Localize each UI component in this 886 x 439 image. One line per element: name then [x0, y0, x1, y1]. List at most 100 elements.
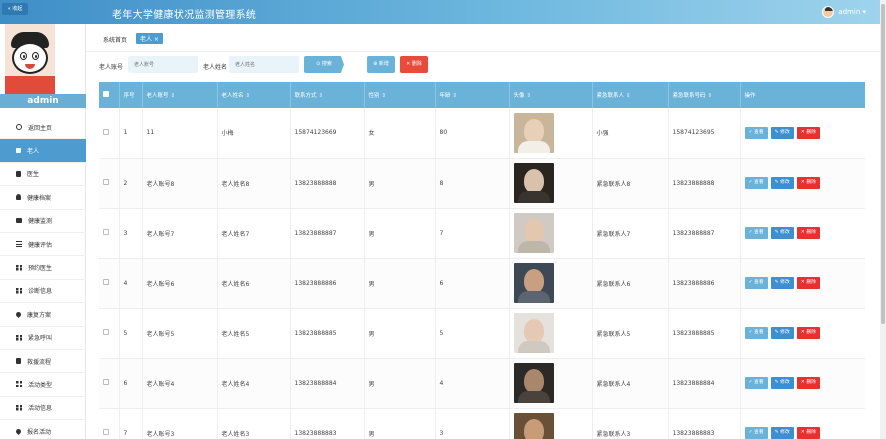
row-checkbox[interactable]	[103, 179, 109, 185]
col-gender[interactable]: 性别 ⇕	[364, 82, 436, 108]
page-scrollbar[interactable]	[880, 0, 886, 439]
edit-button[interactable]: ✎ 修改	[770, 377, 794, 389]
avatar-photo[interactable]	[513, 112, 554, 153]
avatar-photo[interactable]	[513, 413, 554, 439]
batch-delete-button[interactable]: ✕ 删除	[400, 56, 428, 73]
row-select[interactable]	[99, 108, 120, 159]
row-select[interactable]	[99, 208, 120, 259]
cell-account: 老人账号6	[142, 258, 218, 309]
delete-button[interactable]: ✕ 删除	[796, 126, 820, 139]
sidebar-item[interactable]: 医生	[0, 163, 86, 187]
row-select[interactable]	[99, 408, 120, 439]
cell-gender: 男	[364, 158, 436, 209]
row-checkbox[interactable]	[103, 379, 109, 385]
col-contact[interactable]: 紧急联系人 ⇕	[592, 82, 669, 108]
view-button[interactable]: ✓ 查看	[744, 277, 768, 289]
row-checkbox[interactable]	[103, 128, 109, 135]
table-row[interactable]: 5 老人账号5 老人姓名5 13823888885 男 5 紧急联系人5 1382388888…	[99, 308, 865, 359]
cell-name: 老人姓名8	[217, 158, 291, 209]
cell-gender: 女	[364, 108, 436, 159]
table-row[interactable]: 6 老人账号4 老人姓名4 13823888884 男 4 紧急联系人4 1382388888…	[99, 358, 865, 409]
col-account[interactable]: 老人账号 ⇕	[142, 82, 218, 108]
delete-button[interactable]: ✕ 删除	[796, 377, 820, 389]
avatar-photo[interactable]	[513, 163, 554, 203]
row-select[interactable]	[99, 308, 120, 359]
sidebar-item[interactable]: 返回主页	[0, 116, 86, 140]
col-phone[interactable]: 联系方式 ⇕	[290, 82, 365, 108]
table-row[interactable]: 7 老人账号3 老人姓名3 13823888883 男 3 紧急联系人3 1382388888…	[99, 408, 865, 439]
sidebar-item[interactable]: 诊断信息	[0, 280, 86, 304]
table-row[interactable]: 1 11 小梅 15874123669 女 80 小强 15874123695 ✓ 查看 ✎ 修改…	[99, 108, 865, 159]
home-icon	[16, 124, 22, 131]
cell-name: 老人姓名6	[217, 258, 291, 309]
col-contact-phone[interactable]: 紧急联系号码 ⇕	[668, 82, 741, 108]
edit-button[interactable]: ✎ 修改	[770, 327, 794, 339]
delete-button[interactable]: ✕ 删除	[796, 427, 820, 439]
row-checkbox[interactable]	[103, 429, 109, 435]
user-menu[interactable]: admin ▾	[822, 6, 866, 18]
sidebar-item[interactable]: 活动信息	[0, 397, 86, 421]
col-avatar[interactable]: 头像 ⇕	[509, 82, 593, 108]
view-button[interactable]: ✓ 查看	[744, 327, 768, 339]
edit-button[interactable]: ✎ 修改	[770, 277, 794, 289]
view-button[interactable]: ✓ 查看	[744, 126, 768, 139]
cell-age: 4	[435, 358, 510, 409]
view-button[interactable]: ✓ 查看	[744, 427, 768, 439]
table-row[interactable]: 2 老人账号8 老人姓名8 13823888888 男 8 紧急联系人8 1382388888…	[99, 158, 865, 209]
edit-button[interactable]: ✎ 修改	[770, 227, 794, 239]
collapse-sidebar-button[interactable]: « 收起	[2, 3, 28, 15]
sidebar-item[interactable]: 预约医生	[0, 256, 86, 280]
table-row[interactable]: 3 老人账号7 老人姓名7 13823888887 男 7 紧急联系人7 1382388888…	[99, 208, 865, 259]
avatar-photo[interactable]	[513, 213, 554, 253]
cell-name: 老人姓名7	[217, 208, 291, 259]
table-row[interactable]: 4 老人账号6 老人姓名6 13823888886 男 6 紧急联系人6 1382388888…	[99, 258, 865, 309]
delete-button[interactable]: ✕ 删除	[796, 227, 820, 239]
sidebar-item[interactable]: 报名活动	[0, 420, 86, 439]
tab-elderly[interactable]: 老人 ×	[136, 33, 163, 44]
row-checkbox[interactable]	[103, 279, 109, 285]
avatar-photo[interactable]	[513, 363, 554, 403]
avatar-photo[interactable]	[513, 313, 554, 353]
sidebar-item[interactable]: 紧急呼叫	[0, 327, 86, 350]
cell-account: 老人账号8	[142, 158, 218, 209]
edit-button[interactable]: ✎ 修改	[770, 126, 794, 139]
row-checkbox[interactable]	[103, 229, 109, 235]
sidebar-item[interactable]: 救援流程	[0, 350, 86, 374]
sidebar-item[interactable]: 健康监测	[0, 210, 86, 233]
select-all-checkbox[interactable]	[103, 91, 109, 97]
cell-age: 6	[435, 258, 510, 309]
scrollbar-thumb[interactable]	[881, 4, 885, 324]
edit-button[interactable]: ✎ 修改	[770, 177, 794, 189]
view-button[interactable]: ✓ 查看	[744, 377, 768, 389]
avatar-photo[interactable]	[513, 263, 554, 303]
delete-button[interactable]: ✕ 删除	[796, 177, 820, 189]
view-button[interactable]: ✓ 查看	[744, 177, 768, 189]
sidebar-item[interactable]: 健康评估	[0, 233, 86, 257]
search-button[interactable]: ⊙ 搜索	[304, 56, 344, 73]
cell-name: 老人姓名5	[217, 308, 291, 359]
row-select[interactable]	[99, 258, 120, 309]
name-search-input[interactable]	[229, 56, 299, 73]
row-select[interactable]	[99, 158, 120, 209]
row-select[interactable]	[99, 358, 120, 409]
sidebar-item[interactable]: 健康档案	[0, 186, 86, 210]
col-name[interactable]: 老人姓名 ⇕	[217, 82, 291, 108]
grid-icon	[16, 381, 22, 388]
edit-button[interactable]: ✎ 修改	[770, 427, 794, 439]
view-button[interactable]: ✓ 查看	[744, 227, 768, 239]
delete-button[interactable]: ✕ 删除	[796, 327, 820, 339]
delete-button[interactable]: ✕ 删除	[796, 277, 820, 289]
sidebar-item[interactable]: 康复方案	[0, 303, 86, 327]
cell-contact: 紧急联系人4	[592, 358, 669, 409]
add-button[interactable]: ⊕ 新增	[367, 56, 395, 73]
elderly-table: 序号 老人账号 ⇕ 老人姓名 ⇕ 联系方式 ⇕ 性别 ⇕ 年龄 ⇕ 头像 ⇕ 紧急联系人 ⇕ …	[99, 82, 865, 439]
sidebar-item[interactable]: 老人	[0, 139, 86, 163]
sidebar-item[interactable]: 活动类型	[0, 373, 86, 397]
cell-no: 1	[119, 108, 143, 159]
col-age[interactable]: 年龄 ⇕	[435, 82, 510, 108]
row-checkbox[interactable]	[103, 329, 109, 335]
account-search-input[interactable]	[128, 56, 198, 73]
sidebar-item-label: 健康监测	[28, 218, 53, 226]
breadcrumb-home[interactable]: 系统首页	[103, 35, 127, 44]
select-all-header[interactable]	[99, 82, 120, 108]
